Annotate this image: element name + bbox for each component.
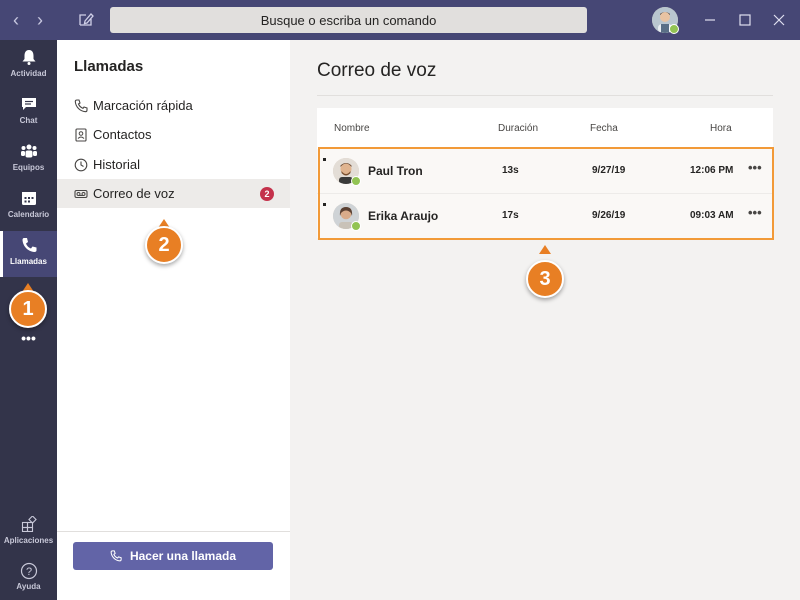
page-title: Correo de voz bbox=[317, 60, 437, 81]
callout-marker-1: 1 bbox=[9, 290, 47, 328]
divider bbox=[57, 531, 290, 532]
voicemail-icon bbox=[74, 189, 88, 198]
column-header-fecha: Fecha bbox=[590, 123, 618, 134]
column-header-hora: Hora bbox=[710, 123, 732, 134]
sidebar-item-label: Correo de voz bbox=[93, 186, 175, 201]
app-bar-label: Ayuda bbox=[16, 582, 41, 591]
title-bar: ‹ › Busque o escriba un comando bbox=[0, 0, 800, 40]
app-bar-item-llamadas[interactable]: Llamadas bbox=[0, 231, 57, 277]
teams-icon bbox=[20, 144, 37, 158]
presence-available-icon bbox=[669, 24, 679, 34]
more-apps-button[interactable]: ••• bbox=[0, 328, 57, 358]
make-call-button[interactable]: Hacer una llamada bbox=[73, 542, 273, 570]
app-bar-item-actividad[interactable]: Actividad bbox=[0, 43, 57, 89]
make-call-label: Hacer una llamada bbox=[129, 549, 237, 563]
app-bar-label: Calendario bbox=[7, 210, 50, 219]
column-header-nombre: Nombre bbox=[334, 123, 370, 134]
minimize-icon[interactable] bbox=[700, 10, 720, 30]
sidebar-item-label: Marcación rápida bbox=[93, 98, 193, 113]
callout-pointer bbox=[539, 245, 551, 254]
phone-icon bbox=[22, 238, 36, 252]
voicemail-panel: Correo de voz Nombre Duración Fecha Hora… bbox=[290, 40, 800, 600]
forward-arrow-icon[interactable]: › bbox=[32, 10, 48, 30]
sidebar-item-correo-de-voz[interactable]: Correo de voz 2 bbox=[57, 179, 290, 208]
contacts-icon bbox=[75, 127, 87, 142]
svg-text:?: ? bbox=[25, 566, 31, 578]
app-bar-label: Actividad bbox=[10, 69, 47, 78]
phone-icon bbox=[74, 98, 88, 112]
sidebar-item-label: Historial bbox=[93, 157, 140, 172]
clock-icon bbox=[74, 158, 88, 171]
back-arrow-icon[interactable]: ‹ bbox=[8, 10, 24, 30]
search-input[interactable]: Busque o escriba un comando bbox=[110, 7, 587, 33]
calendar-icon bbox=[21, 192, 36, 205]
calls-sidebar: Llamadas Marcación rápida Contactos Hist… bbox=[57, 40, 290, 600]
phone-icon bbox=[110, 550, 122, 562]
sidebar-item-contactos[interactable]: Contactos bbox=[57, 120, 290, 149]
close-icon[interactable] bbox=[769, 10, 789, 30]
app-bar-item-ayuda[interactable]: ? Ayuda bbox=[0, 556, 57, 600]
app-bar-label: Equipos bbox=[12, 163, 45, 172]
sidebar-title: Llamadas bbox=[74, 58, 144, 75]
app-bar-label: Chat bbox=[19, 116, 38, 125]
chat-icon bbox=[21, 98, 36, 110]
sidebar-item-marcacion-rapida[interactable]: Marcación rápida bbox=[57, 91, 290, 120]
more-icon: ••• bbox=[21, 330, 36, 346]
maximize-icon[interactable] bbox=[735, 10, 755, 30]
callout-marker-2: 2 bbox=[145, 226, 183, 264]
apps-icon bbox=[21, 516, 37, 532]
unread-badge: 2 bbox=[260, 187, 274, 201]
compose-icon[interactable] bbox=[76, 10, 96, 30]
app-bar-item-aplicaciones[interactable]: Aplicaciones bbox=[0, 510, 57, 556]
app-bar-label: Llamadas bbox=[10, 257, 47, 266]
column-header-duracion: Duración bbox=[498, 123, 539, 134]
callout-marker-3: 3 bbox=[526, 260, 564, 298]
sidebar-item-historial[interactable]: Historial bbox=[57, 150, 290, 179]
sidebar-item-label: Contactos bbox=[93, 127, 152, 142]
callout-highlight-box bbox=[318, 147, 774, 240]
app-bar-item-chat[interactable]: Chat bbox=[0, 90, 57, 136]
app-bar-item-calendario[interactable]: Calendario bbox=[0, 184, 57, 230]
app-bar-label: Aplicaciones bbox=[3, 536, 54, 545]
app-bar-item-equipos[interactable]: Equipos bbox=[0, 137, 57, 183]
help-icon: ? bbox=[20, 562, 37, 580]
divider bbox=[317, 95, 773, 96]
bell-icon bbox=[22, 50, 35, 65]
